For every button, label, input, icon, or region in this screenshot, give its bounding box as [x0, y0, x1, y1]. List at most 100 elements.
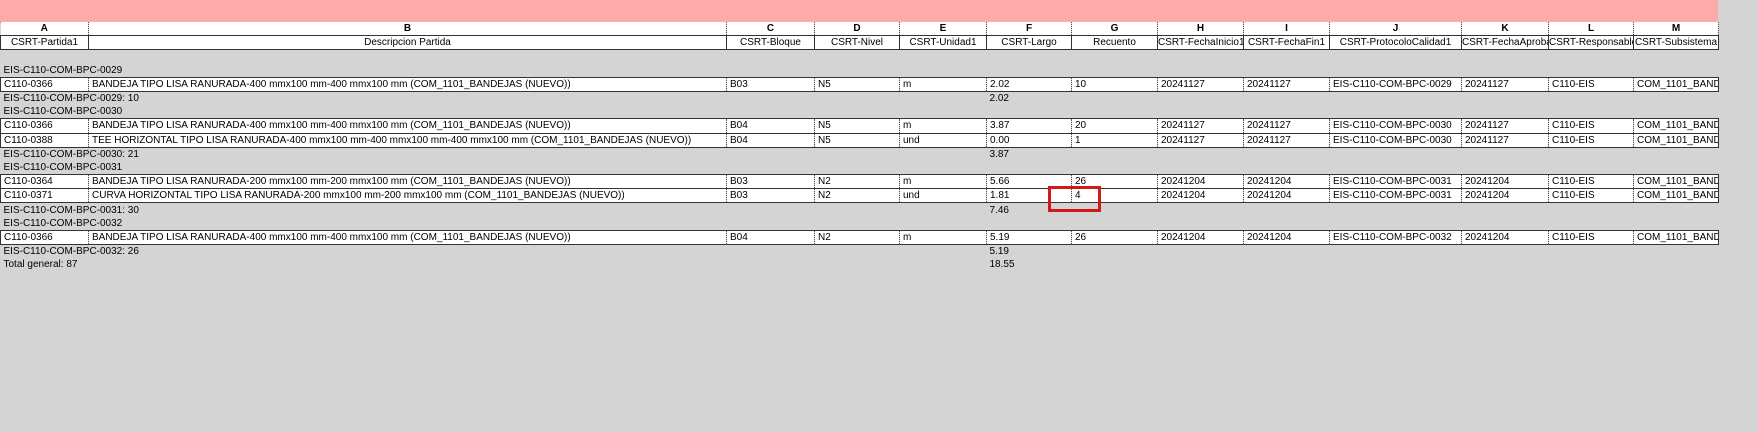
empty-cell[interactable]: [1158, 258, 1244, 271]
data-cell[interactable]: 5.19: [986, 229, 1072, 246]
column-header[interactable]: CSRT-ProtocoloCalidad1: [1329, 35, 1462, 51]
subtotal-largo[interactable]: 3.87: [987, 147, 1072, 161]
empty-cell[interactable]: [89, 50, 727, 64]
empty-cell[interactable]: [1330, 245, 1462, 259]
data-cell[interactable]: C110-EIS: [1548, 188, 1634, 204]
empty-cell[interactable]: [1, 50, 89, 64]
data-cell[interactable]: COM_1101_BANDE: [1633, 188, 1719, 204]
data-cell[interactable]: 20241204: [1243, 229, 1330, 246]
empty-cell[interactable]: [1462, 91, 1549, 105]
data-cell[interactable]: 20241204: [1243, 188, 1330, 204]
data-cell[interactable]: EIS-C110-COM-BPC-0031: [1329, 188, 1462, 204]
data-cell[interactable]: B04: [726, 132, 815, 148]
empty-cell[interactable]: [1634, 245, 1719, 259]
data-cell[interactable]: 10: [1071, 76, 1158, 92]
data-cell[interactable]: 20241127: [1461, 118, 1549, 134]
data-cell[interactable]: EIS-C110-COM-BPC-0030: [1329, 118, 1462, 134]
data-cell[interactable]: C110-EIS: [1548, 118, 1634, 134]
empty-cell[interactable]: [1549, 91, 1634, 105]
data-cell[interactable]: COM_1101_BANDE: [1633, 174, 1719, 190]
data-cell[interactable]: 20241127: [1157, 132, 1244, 148]
data-cell[interactable]: BANDEJA TIPO LISA RANURADA-400 mmx100 mm…: [88, 76, 727, 92]
empty-cell[interactable]: [1158, 91, 1244, 105]
empty-cell[interactable]: [1072, 245, 1158, 259]
empty-cell[interactable]: [1634, 50, 1719, 64]
data-cell[interactable]: N2: [814, 229, 900, 246]
column-letter[interactable]: G: [1071, 22, 1158, 37]
data-cell[interactable]: 3.87: [986, 118, 1072, 134]
data-cell[interactable]: COM_1101_BANDE: [1633, 76, 1719, 92]
subtotal-largo[interactable]: 7.46: [987, 203, 1072, 217]
data-cell[interactable]: 20241204: [1157, 229, 1244, 246]
empty-cell[interactable]: [1244, 245, 1330, 259]
column-header[interactable]: CSRT-FechaInicio1: [1157, 35, 1244, 51]
group-title[interactable]: EIS-C110-COM-BPC-0032: [1, 217, 1719, 231]
data-cell[interactable]: BANDEJA TIPO LISA RANURADA-200 mmx100 mm…: [88, 174, 727, 190]
column-header[interactable]: Recuento: [1071, 35, 1158, 51]
empty-cell[interactable]: [1549, 258, 1634, 271]
data-cell[interactable]: 20: [1071, 118, 1158, 134]
data-cell[interactable]: 4: [1071, 188, 1158, 204]
empty-cell[interactable]: [1244, 50, 1330, 64]
column-letter[interactable]: J: [1329, 22, 1462, 37]
data-cell[interactable]: TEE HORIZONTAL TIPO LISA RANURADA-400 mm…: [88, 132, 727, 148]
empty-cell[interactable]: [1330, 147, 1462, 161]
column-letter[interactable]: M: [1633, 22, 1719, 37]
subtotal-largo[interactable]: 5.19: [987, 245, 1072, 259]
data-cell[interactable]: BANDEJA TIPO LISA RANURADA-400 mmx100 mm…: [88, 229, 727, 246]
column-header[interactable]: CSRT-FechaAproba: [1461, 35, 1549, 51]
data-cell[interactable]: C110-EIS: [1548, 174, 1634, 190]
group-title[interactable]: EIS-C110-COM-BPC-0031: [1, 161, 1719, 175]
data-cell[interactable]: B04: [726, 118, 815, 134]
data-cell[interactable]: N2: [814, 188, 900, 204]
data-cell[interactable]: C110-EIS: [1548, 132, 1634, 148]
data-cell[interactable]: und: [899, 188, 987, 204]
column-letter[interactable]: K: [1461, 22, 1549, 37]
column-letter[interactable]: F: [986, 22, 1072, 37]
data-cell[interactable]: BANDEJA TIPO LISA RANURADA-400 mmx100 mm…: [88, 118, 727, 134]
empty-cell[interactable]: [1072, 203, 1158, 217]
empty-cell[interactable]: [1330, 91, 1462, 105]
empty-cell[interactable]: [1549, 147, 1634, 161]
data-cell[interactable]: C110-0366: [0, 229, 89, 246]
empty-cell[interactable]: [1244, 258, 1330, 271]
empty-cell[interactable]: [1072, 258, 1158, 271]
column-letter[interactable]: E: [899, 22, 987, 37]
column-letter[interactable]: I: [1243, 22, 1330, 37]
data-cell[interactable]: N5: [814, 76, 900, 92]
data-cell[interactable]: C110-EIS: [1548, 76, 1634, 92]
empty-cell[interactable]: [1244, 147, 1330, 161]
data-cell[interactable]: 20241204: [1461, 174, 1549, 190]
data-cell[interactable]: B03: [726, 174, 815, 190]
data-cell[interactable]: 20241204: [1461, 188, 1549, 204]
empty-cell[interactable]: [1549, 245, 1634, 259]
empty-cell[interactable]: [1634, 258, 1719, 271]
subtotal-largo[interactable]: 2.02: [987, 91, 1072, 105]
empty-cell[interactable]: [1634, 203, 1719, 217]
group-title[interactable]: EIS-C110-COM-BPC-0030: [1, 105, 1719, 119]
data-cell[interactable]: EIS-C110-COM-BPC-0032: [1329, 229, 1462, 246]
empty-cell[interactable]: [1158, 203, 1244, 217]
data-cell[interactable]: CURVA HORIZONTAL TIPO LISA RANURADA-200 …: [88, 188, 727, 204]
column-header[interactable]: CSRT-Partida1: [0, 35, 89, 51]
empty-cell[interactable]: [1634, 91, 1719, 105]
column-header[interactable]: CSRT-Nivel: [814, 35, 900, 51]
data-cell[interactable]: C110-0366: [0, 118, 89, 134]
empty-cell[interactable]: [1462, 147, 1549, 161]
data-cell[interactable]: 20241204: [1157, 174, 1244, 190]
empty-cell[interactable]: [1158, 147, 1244, 161]
data-cell[interactable]: 20241127: [1243, 132, 1330, 148]
data-cell[interactable]: 2.02: [986, 76, 1072, 92]
column-header[interactable]: CSRT-Responsable: [1548, 35, 1634, 51]
empty-cell[interactable]: [900, 50, 987, 64]
empty-cell[interactable]: [1158, 245, 1244, 259]
data-cell[interactable]: 26: [1071, 229, 1158, 246]
column-letter[interactable]: L: [1548, 22, 1634, 37]
empty-cell[interactable]: [727, 50, 815, 64]
data-cell[interactable]: C110-0364: [0, 174, 89, 190]
data-cell[interactable]: 0.00: [986, 132, 1072, 148]
empty-cell[interactable]: [1158, 50, 1244, 64]
column-header[interactable]: Descripcion Partida: [88, 35, 727, 51]
data-cell[interactable]: 5.66: [986, 174, 1072, 190]
grand-total-label[interactable]: Total general: 87: [1, 258, 987, 271]
